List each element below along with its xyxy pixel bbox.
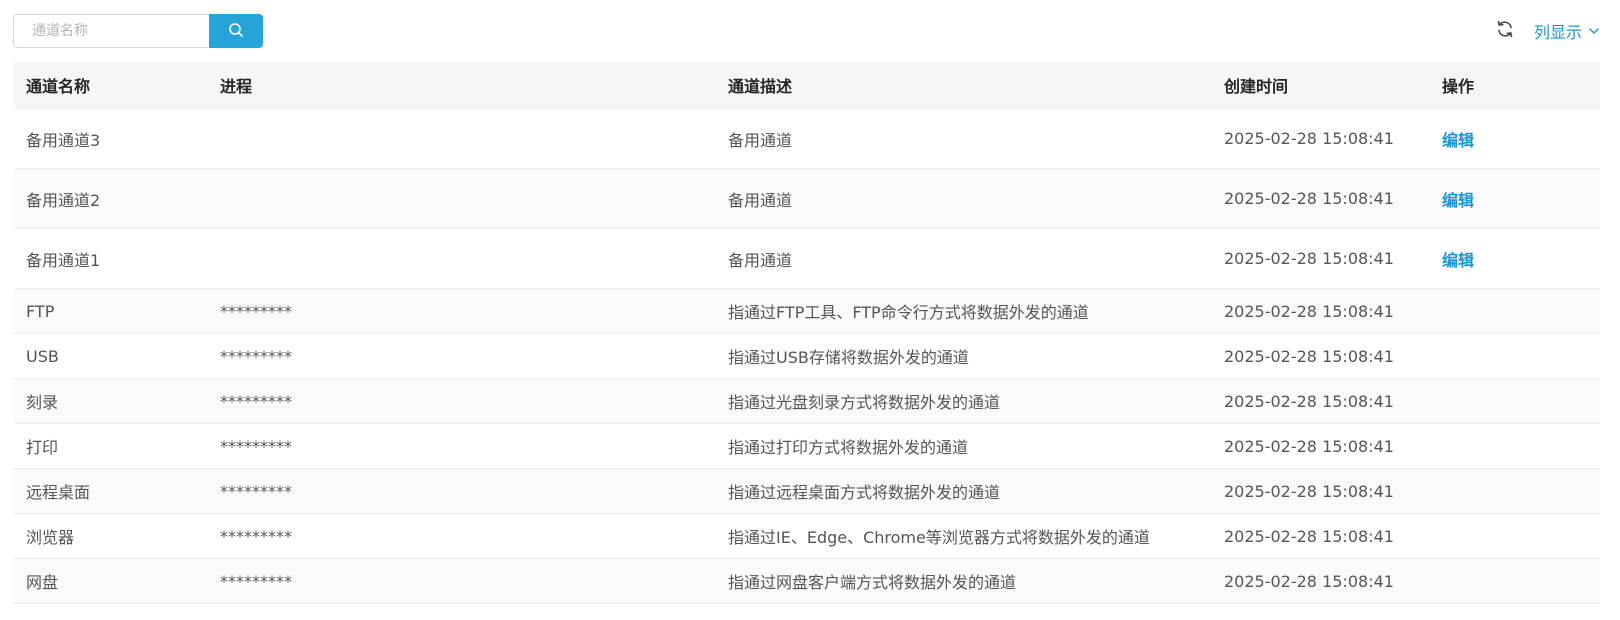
cell-actions: 编辑 [1429,228,1600,289]
cell-actions [1429,513,1600,559]
cell-process: ********* [207,468,715,514]
cell-created-time: 2025-02-28 15:08:41 [1211,108,1429,169]
cell-channel-name: FTP [13,288,207,334]
table-row: 备用通道2 备用通道 2025-02-28 15:08:41 编辑 [13,168,1600,229]
edit-link[interactable]: 编辑 [1442,251,1474,270]
refresh-icon [1495,19,1515,43]
chevron-down-icon [1588,25,1600,37]
cell-channel-name: 备用通道1 [13,228,207,289]
cell-created-time: 2025-02-28 15:08:41 [1211,228,1429,289]
cell-actions [1429,378,1600,424]
table-row: 网盘 ********* 指通过网盘客户端方式将数据外发的通道 2025-02-… [13,558,1600,604]
cell-description: 备用通道 [715,108,1211,169]
cell-process [207,228,715,289]
cell-actions: 编辑 [1429,168,1600,229]
header-actions: 操作 [1429,62,1600,109]
column-display-label: 列显示 [1533,23,1582,42]
table-row: 刻录 ********* 指通过光盘刻录方式将数据外发的通道 2025-02-2… [13,378,1600,424]
edit-link[interactable]: 编辑 [1442,191,1474,210]
refresh-button[interactable] [1494,20,1516,42]
cell-description: 指通过打印方式将数据外发的通道 [715,423,1211,469]
column-display-dropdown[interactable]: 列显示 [1534,19,1600,43]
table-row: 远程桌面 ********* 指通过远程桌面方式将数据外发的通道 2025-02… [13,468,1600,514]
cell-process [207,168,715,229]
cell-created-time: 2025-02-28 15:08:41 [1211,333,1429,379]
header-process: 进程 [207,62,715,109]
header-description: 通道描述 [715,62,1211,109]
search-input[interactable] [13,14,209,48]
header-created-time: 创建时间 [1211,62,1429,109]
cell-description: 备用通道 [715,168,1211,229]
table-row: 备用通道3 备用通道 2025-02-28 15:08:41 编辑 [13,108,1600,169]
cell-description: 指通过FTP工具、FTP命令行方式将数据外发的通道 [715,288,1211,334]
cell-created-time: 2025-02-28 15:08:41 [1211,378,1429,424]
right-tools: 列显示 [1494,14,1600,48]
cell-process [207,108,715,169]
table-row: USB ********* 指通过USB存储将数据外发的通道 2025-02-2… [13,333,1600,379]
cell-created-time: 2025-02-28 15:08:41 [1211,423,1429,469]
cell-process: ********* [207,288,715,334]
cell-created-time: 2025-02-28 15:08:41 [1211,468,1429,514]
table-header-row: 通道名称 进程 通道描述 创建时间 操作 [13,62,1600,109]
toolbar: 列显示 [13,14,1600,48]
search-icon [228,22,244,41]
cell-actions [1429,558,1600,604]
cell-channel-name: 浏览器 [13,513,207,559]
cell-created-time: 2025-02-28 15:08:41 [1211,168,1429,229]
cell-description: 指通过远程桌面方式将数据外发的通道 [715,468,1211,514]
cell-process: ********* [207,378,715,424]
table-row: FTP ********* 指通过FTP工具、FTP命令行方式将数据外发的通道 … [13,288,1600,334]
cell-created-time: 2025-02-28 15:08:41 [1211,288,1429,334]
cell-actions [1429,288,1600,334]
cell-process: ********* [207,513,715,559]
table-row: 打印 ********* 指通过打印方式将数据外发的通道 2025-02-28 … [13,423,1600,469]
channel-table: 通道名称 进程 通道描述 创建时间 操作 备用通道3 备用通道 2025-02-… [13,62,1600,604]
cell-channel-name: 刻录 [13,378,207,424]
cell-channel-name: 备用通道2 [13,168,207,229]
edit-link[interactable]: 编辑 [1442,131,1474,150]
cell-description: 备用通道 [715,228,1211,289]
cell-description: 指通过USB存储将数据外发的通道 [715,333,1211,379]
cell-description: 指通过IE、Edge、Chrome等浏览器方式将数据外发的通道 [715,513,1211,559]
header-channel-name: 通道名称 [13,62,207,109]
table-row: 浏览器 ********* 指通过IE、Edge、Chrome等浏览器方式将数据… [13,513,1600,559]
cell-actions: 编辑 [1429,108,1600,169]
cell-process: ********* [207,333,715,379]
cell-channel-name: 远程桌面 [13,468,207,514]
cell-channel-name: 网盘 [13,558,207,604]
cell-created-time: 2025-02-28 15:08:41 [1211,513,1429,559]
cell-channel-name: USB [13,333,207,379]
search-group [13,14,263,48]
cell-actions [1429,468,1600,514]
cell-actions [1429,333,1600,379]
search-button[interactable] [209,14,263,48]
cell-process: ********* [207,423,715,469]
cell-channel-name: 打印 [13,423,207,469]
cell-process: ********* [207,558,715,604]
cell-description: 指通过光盘刻录方式将数据外发的通道 [715,378,1211,424]
cell-actions [1429,423,1600,469]
table-row: 备用通道1 备用通道 2025-02-28 15:08:41 编辑 [13,228,1600,289]
cell-channel-name: 备用通道3 [13,108,207,169]
cell-created-time: 2025-02-28 15:08:41 [1211,558,1429,604]
cell-description: 指通过网盘客户端方式将数据外发的通道 [715,558,1211,604]
